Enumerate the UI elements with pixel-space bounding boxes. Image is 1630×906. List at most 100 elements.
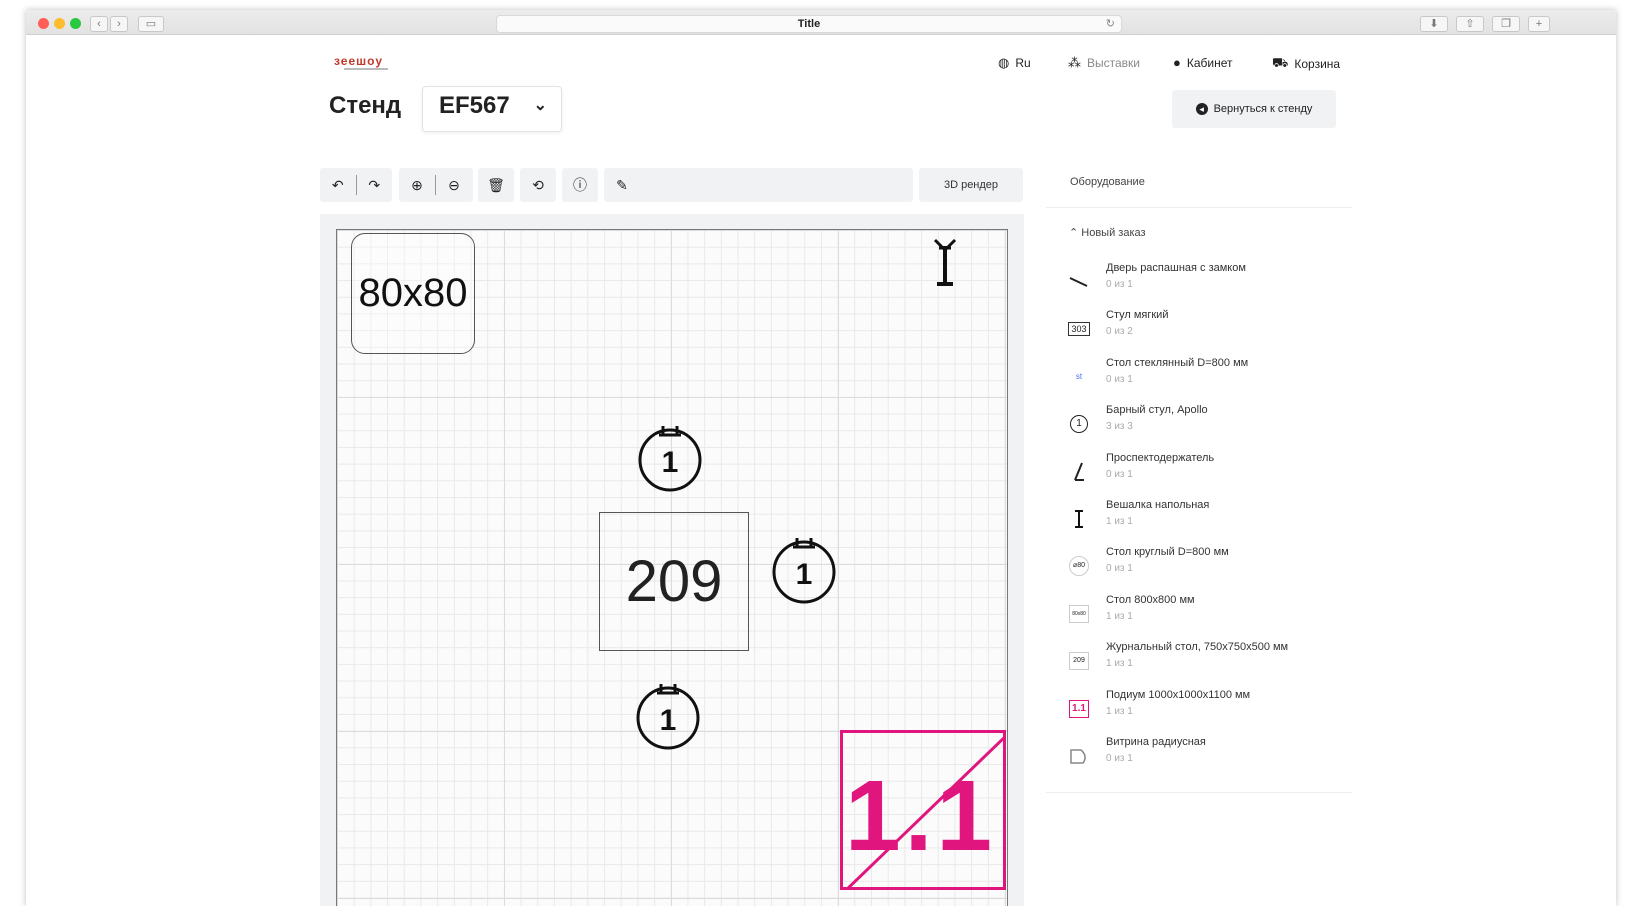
list-item[interactable]: Проспектодержатель 0 из 1: [1066, 452, 1356, 499]
table-80x80-label: 80x80: [358, 271, 468, 315]
item-name: Стол стеклянный D=800 мм: [1106, 356, 1249, 369]
nav-language[interactable]: ◍ Ru: [998, 55, 1031, 71]
door-icon: [1066, 270, 1092, 294]
help-icon[interactable]: ⓘ: [562, 168, 598, 202]
draw-tools: ✎: [604, 168, 913, 202]
browser-window: ‹ › ▭ Title ↻ ⬇ ⇧ ❐ + зеешоу ◍ Ru ⁂ Выст…: [26, 10, 1616, 906]
coffee-table-badge: 209: [1069, 652, 1089, 671]
zoom-out-icon[interactable]: ⊖: [436, 168, 472, 202]
podium-item[interactable]: 1.1: [840, 730, 1006, 890]
user-circle-icon: ●: [1173, 55, 1181, 70]
page-title: Стенд: [329, 92, 402, 119]
nav-cart[interactable]: ⛟ Корзина: [1272, 55, 1340, 73]
item-qty: 0 из 1: [1106, 752, 1133, 764]
rotate-icon[interactable]: ⟲: [520, 168, 556, 202]
coat-rack-item[interactable]: [925, 236, 965, 290]
logo-text: зеешоу: [334, 54, 384, 68]
download-icon[interactable]: ⬇: [1420, 16, 1448, 32]
showcase-icon: [1066, 744, 1092, 768]
list-item[interactable]: 1.1 Подиум 1000х1000х1100 мм 1 из 1: [1066, 689, 1356, 736]
item-qty: 0 из 1: [1106, 563, 1133, 575]
nav-cabinet[interactable]: ● Кабинет: [1173, 55, 1233, 70]
nav-language-label: Ru: [1015, 56, 1031, 70]
bar-stool-icon: 1: [772, 538, 836, 604]
bar-stool-item[interactable]: 1: [637, 422, 703, 492]
arrow-left-circle-icon: ◂: [1195, 103, 1208, 115]
list-item[interactable]: 80x80 Стол 800х800 мм 1 из 1: [1066, 594, 1356, 641]
logo[interactable]: зеешоу: [334, 54, 383, 68]
nav-exhibitions-label: Выставки: [1087, 56, 1140, 70]
nav-exhibitions[interactable]: ⁂ Выставки: [1068, 55, 1140, 71]
zoom-tools: ⊕ ⊖: [399, 168, 473, 202]
bar-stool-item[interactable]: 1: [635, 680, 701, 750]
item-qty: 0 из 1: [1106, 468, 1133, 480]
item-name: Стул мягкий: [1106, 309, 1169, 322]
glass-table-badge: st: [1075, 372, 1083, 382]
stand-canvas[interactable]: 80x80 1 209 1 1 1.1: [336, 229, 1008, 906]
undo-icon[interactable]: ↶: [320, 168, 356, 202]
coffee-table-209[interactable]: 209: [599, 512, 749, 651]
table-80x80[interactable]: 80x80: [351, 233, 475, 354]
logo-tagline: [344, 68, 388, 70]
coffee-table-label: 209: [625, 549, 723, 614]
bar-stool-icon: 1: [638, 426, 702, 492]
reload-icon[interactable]: ↻: [1106, 16, 1115, 33]
address-bar[interactable]: Title ↻: [496, 15, 1122, 33]
divider: [1046, 792, 1352, 793]
nav-cabinet-label: Кабинет: [1186, 55, 1233, 70]
bar-stool-item[interactable]: 1: [771, 534, 837, 604]
list-item[interactable]: st Стол стеклянный D=800 мм 0 из 1: [1066, 357, 1356, 404]
item-qty: 0 из 2: [1106, 326, 1133, 338]
share-icon[interactable]: ⇧: [1456, 16, 1484, 32]
minimize-window-button[interactable]: [54, 18, 65, 29]
bar-stool-badge: 1: [1070, 415, 1088, 434]
trash-icon[interactable]: 🗑: [478, 168, 514, 202]
item-qty: 1 из 1: [1106, 610, 1133, 622]
browser-chrome: ‹ › ▭ Title ↻ ⬇ ⇧ ❐ +: [26, 10, 1616, 35]
item-name: Стол 800х800 мм: [1106, 593, 1195, 606]
item-qty: 1 из 1: [1106, 705, 1133, 717]
help-tool: ⓘ: [562, 168, 598, 202]
bar-stool-icon: 1: [1066, 412, 1092, 436]
cart-icon: ⛟: [1272, 55, 1289, 70]
render-3d-button[interactable]: 3D рендер: [919, 168, 1023, 202]
rotate-tool: ⟲: [520, 168, 556, 202]
item-name: Подиум 1000х1000х1100 мм: [1106, 688, 1251, 701]
item-name: Дверь распашная с замком: [1106, 262, 1246, 274]
list-item[interactable]: Витрина радиусная 0 из 1: [1066, 736, 1356, 783]
chair-badge: 303: [1068, 322, 1090, 337]
sidebar-toggle-icon[interactable]: ▭: [138, 16, 164, 32]
list-item[interactable]: Дверь распашная с замком 0 из 1: [1066, 262, 1356, 309]
forward-arrow-icon[interactable]: ›: [110, 16, 128, 32]
new-tab-icon[interactable]: +: [1528, 16, 1550, 32]
square-table-badge: 80x80: [1069, 604, 1089, 623]
list-item[interactable]: 209 Журнальный стол, 750х750х500 мм 1 из…: [1066, 641, 1356, 688]
globe-icon: ◍: [998, 55, 1010, 70]
item-qty: 0 из 1: [1106, 373, 1133, 385]
maximize-window-button[interactable]: [70, 18, 81, 29]
chair-icon: 303: [1066, 317, 1092, 341]
pencil-icon[interactable]: ✎: [604, 168, 640, 202]
list-item[interactable]: 1 Барный стул, Apollo 3 из 3: [1066, 404, 1356, 451]
square-table-icon: 80x80: [1066, 602, 1092, 626]
list-item[interactable]: 303 Стул мягкий 0 из 2: [1066, 309, 1356, 356]
back-to-stand-button[interactable]: ◂ Вернуться к стенду: [1172, 90, 1336, 128]
tabs-icon[interactable]: ❐: [1492, 16, 1520, 32]
chevron-up-icon: ⌃: [1069, 227, 1082, 239]
exhibitions-icon: ⁂: [1068, 55, 1081, 70]
close-window-button[interactable]: [38, 18, 49, 29]
round-table-icon: ⌀80: [1066, 554, 1092, 578]
list-item[interactable]: ⌀80 Стол круглый D=800 мм 0 из 1: [1066, 546, 1356, 593]
back-to-stand-label: Вернуться к стенду: [1213, 103, 1313, 115]
list-item[interactable]: Вешалка напольная 1 из 1: [1066, 499, 1356, 546]
stand-select[interactable]: EF567 ⌄: [422, 86, 562, 132]
delete-tool: 🗑: [478, 168, 514, 202]
redo-icon[interactable]: ↷: [356, 168, 392, 202]
back-arrow-icon[interactable]: ‹: [90, 16, 108, 32]
zoom-in-icon[interactable]: ⊕: [399, 168, 435, 202]
stand-code: EF567: [439, 92, 510, 119]
item-qty: 0 из 1: [1106, 279, 1133, 290]
order-toggle[interactable]: ⌃ Новый заказ: [1069, 226, 1146, 239]
equipment-list: Дверь распашная с замком 0 из 1 303 Стул…: [1066, 262, 1356, 783]
item-qty: 1 из 1: [1106, 515, 1133, 527]
